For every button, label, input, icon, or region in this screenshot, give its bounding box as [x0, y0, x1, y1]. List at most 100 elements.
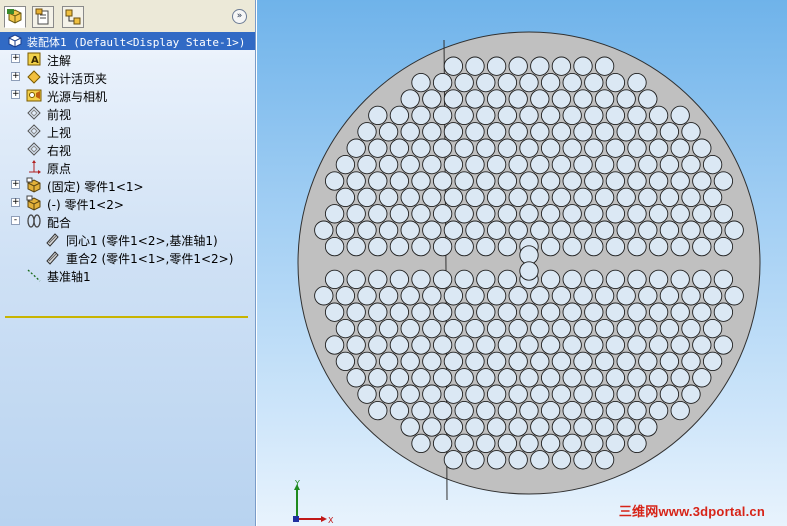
- tube-hole: [508, 220, 528, 240]
- tube-hole: [519, 138, 539, 158]
- expand-toggle[interactable]: +: [11, 54, 20, 63]
- tube-hole: [540, 236, 561, 257]
- tube-hole: [465, 89, 485, 109]
- tube-hole: [540, 72, 561, 93]
- tree-item-label: 重合2 (零件1<1>,零件1<2>): [66, 252, 234, 266]
- tube-hole: [454, 433, 474, 454]
- tree-item[interactable]: 同心1 (零件1<2>,基准轴1): [0, 230, 255, 248]
- z-axis-marker: [293, 516, 299, 522]
- property-manager-tab[interactable]: [32, 6, 54, 28]
- tube-hole: [432, 171, 453, 191]
- tube-hole: [584, 236, 604, 257]
- tube-hole: [378, 351, 399, 372]
- tube-hole: [389, 302, 410, 322]
- tree-item[interactable]: 右视: [0, 140, 255, 158]
- tube-hole: [486, 89, 507, 109]
- tube-hole: [400, 154, 420, 175]
- tube-hole: [432, 204, 453, 224]
- configuration-manager-tab[interactable]: [62, 6, 84, 28]
- expand-toggle[interactable]: +: [11, 198, 20, 207]
- tube-sheet-model[interactable]: [257, 0, 787, 526]
- tube-hole: [378, 187, 399, 208]
- tube-hole: [616, 384, 636, 404]
- tube-hole: [497, 269, 518, 290]
- expand-panel-button[interactable]: »: [232, 9, 247, 24]
- tube-hole: [540, 105, 561, 126]
- tree-item[interactable]: + A 注解: [0, 50, 255, 68]
- tube-hole: [443, 122, 464, 142]
- plane-icon: [27, 124, 41, 138]
- tube-hole: [400, 384, 420, 404]
- tube-hole: [692, 269, 712, 290]
- tube-hole: [562, 236, 582, 257]
- tube-hole: [454, 269, 474, 290]
- tube-hole: [357, 351, 377, 372]
- tube-hole: [443, 417, 464, 437]
- tube-hole: [627, 138, 647, 158]
- tube-hole: [357, 220, 377, 240]
- tube-hole: [454, 335, 474, 355]
- design-binder-icon: [27, 70, 41, 84]
- plane-icon: [27, 106, 41, 120]
- tube-hole: [605, 171, 626, 191]
- tube-hole: [497, 105, 518, 126]
- tube-hole: [508, 154, 528, 175]
- tube-hole: [465, 417, 485, 437]
- tube-hole: [422, 417, 442, 437]
- tube-hole: [659, 220, 680, 240]
- tube-hole: [530, 417, 550, 437]
- tube-hole: [486, 187, 507, 208]
- tube-hole: [432, 269, 453, 290]
- tube-hole: [357, 286, 377, 306]
- tube-hole: [573, 89, 593, 109]
- tube-hole: [692, 302, 712, 322]
- tube-hole: [616, 89, 636, 109]
- tube-hole: [389, 138, 410, 158]
- tube-hole: [465, 187, 485, 208]
- tube-hole: [648, 335, 669, 355]
- tree-item[interactable]: 上视: [0, 122, 255, 140]
- tube-hole: [670, 269, 690, 290]
- tube-hole: [562, 204, 582, 224]
- tube-hole: [454, 138, 474, 158]
- collapse-toggle[interactable]: -: [11, 216, 20, 225]
- tube-hole: [648, 138, 669, 158]
- tube-hole: [616, 187, 636, 208]
- tube-hole: [670, 236, 690, 257]
- tree-item[interactable]: + 光源与相机: [0, 86, 255, 104]
- tube-hole: [411, 302, 431, 322]
- tube-hole: [659, 154, 680, 175]
- tree-item[interactable]: 重合2 (零件1<1>,零件1<2>): [0, 248, 255, 266]
- tube-hole: [627, 368, 647, 388]
- tree-item[interactable]: + (-) 零件1<2>: [0, 194, 255, 212]
- graphics-viewport[interactable]: Y X 三维网www.3dportal.cn: [257, 0, 787, 526]
- tube-hole: [422, 122, 442, 142]
- tree-item[interactable]: 前视: [0, 104, 255, 122]
- tube-hole: [605, 302, 626, 322]
- expand-toggle[interactable]: +: [11, 72, 20, 81]
- tube-hole: [411, 105, 431, 126]
- tube-hole: [411, 204, 431, 224]
- expand-toggle[interactable]: +: [11, 90, 20, 99]
- tube-hole: [497, 400, 518, 421]
- tube-hole: [335, 187, 356, 208]
- tube-hole: [692, 138, 712, 158]
- tree-item[interactable]: 原点: [0, 158, 255, 176]
- tube-hole: [713, 171, 734, 191]
- tube-hole: [497, 204, 518, 224]
- tube-hole: [400, 417, 420, 437]
- tree-item[interactable]: + (固定) 零件1<1>: [0, 176, 255, 194]
- tube-hole: [551, 417, 572, 437]
- tree-item[interactable]: - 配合: [0, 212, 255, 230]
- tube-hole: [454, 72, 474, 93]
- tree-item[interactable]: 基准轴1: [0, 266, 255, 284]
- expand-toggle[interactable]: +: [11, 180, 20, 189]
- tree-root-assembly[interactable]: 装配体1 (Default<Display State-1>): [0, 32, 255, 50]
- tube-hole: [400, 286, 420, 306]
- tree-item[interactable]: + 设计活页夹: [0, 68, 255, 86]
- tube-hole: [627, 204, 647, 224]
- tree-rollback-bar[interactable]: [5, 316, 248, 318]
- feature-manager-tab[interactable]: [4, 6, 26, 28]
- origin-icon: [29, 160, 41, 174]
- tree-item-label: 同心1 (零件1<2>,基准轴1): [66, 234, 218, 248]
